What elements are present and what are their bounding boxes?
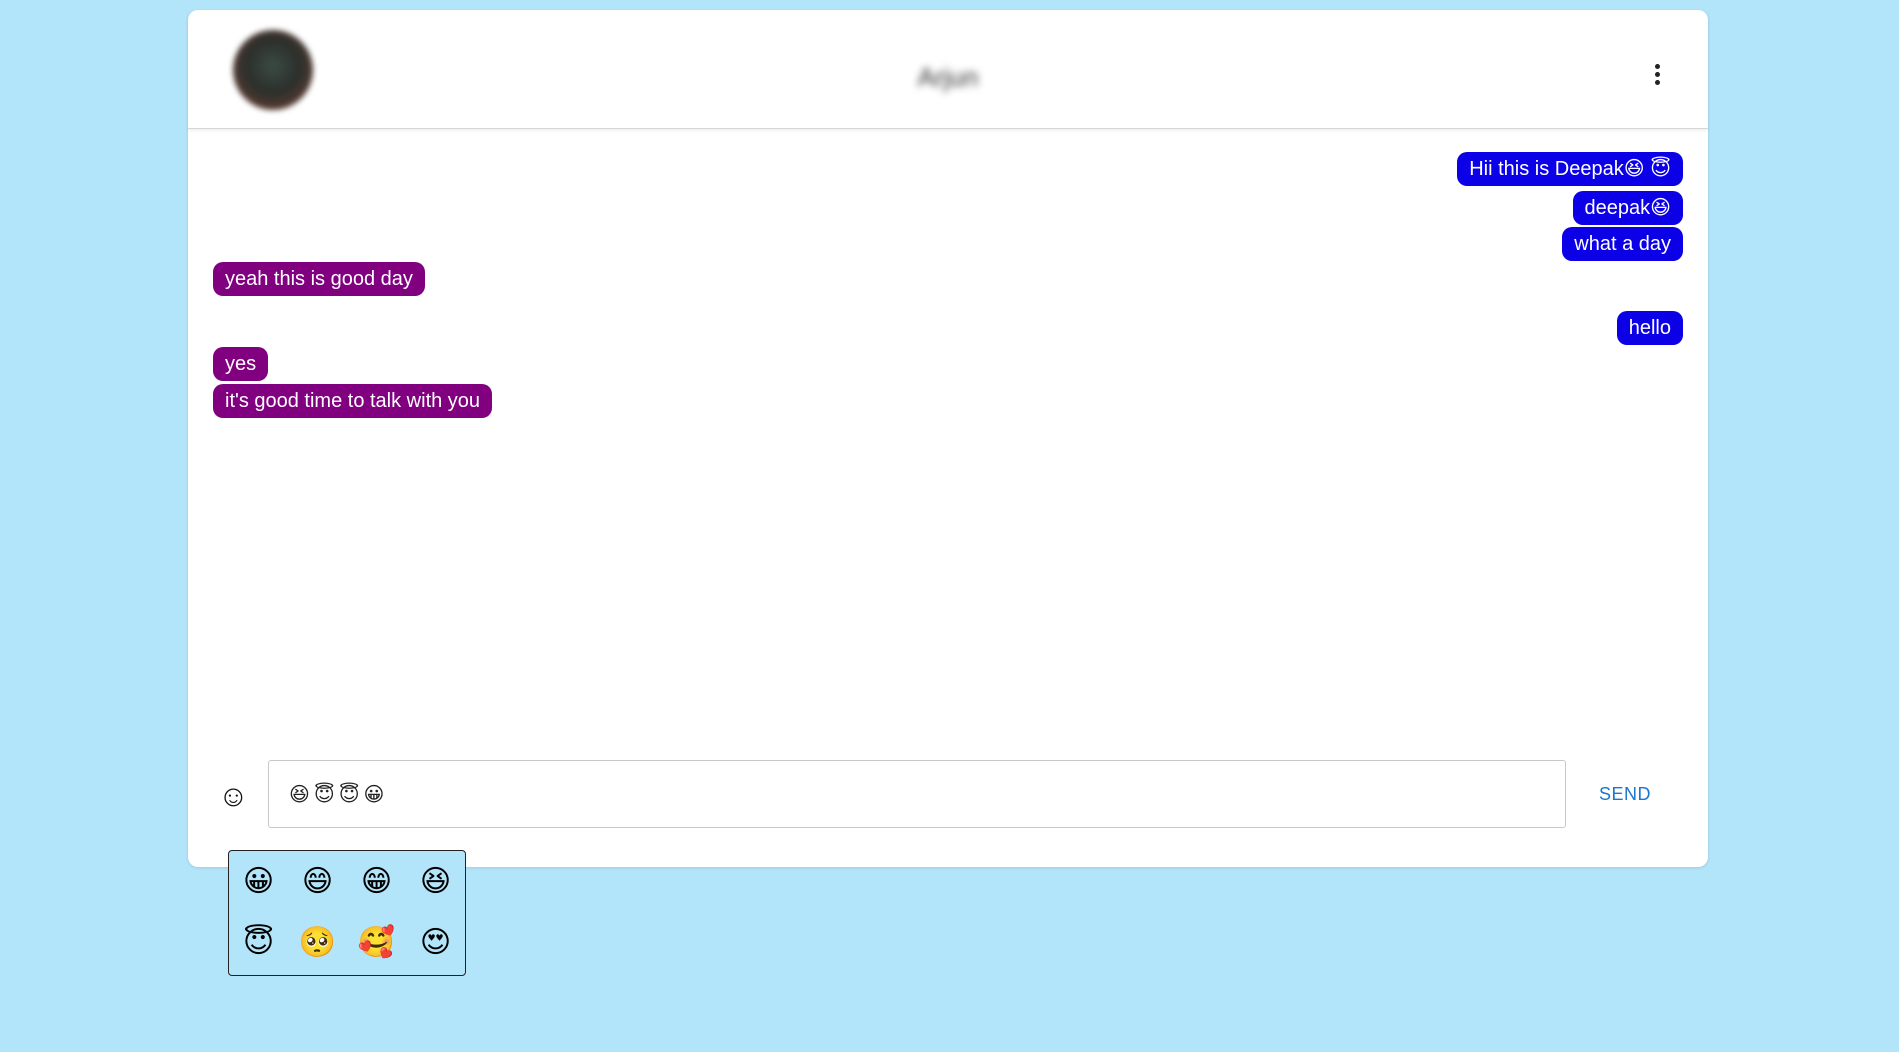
chat-window: Arjun Hii this is Deepak😆 😇 deepak😆 what… xyxy=(188,10,1708,867)
message-sent: what a day xyxy=(1562,227,1683,261)
emoji-hearts-face[interactable]: 🥰 xyxy=(347,914,406,975)
emoji-halo-face[interactable]: 😇 xyxy=(229,914,288,975)
emoji-beaming-face[interactable]: 😁 xyxy=(347,853,406,914)
chat-header: Arjun xyxy=(188,10,1708,129)
message-list: Hii this is Deepak😆 😇 deepak😆 what a day… xyxy=(188,129,1708,729)
emoji-heart-eyes-face[interactable]: 😍 xyxy=(406,914,465,975)
emoji-picker-toggle-icon[interactable]: ☺ xyxy=(218,782,249,812)
emoji-pleading-face[interactable]: 🥺 xyxy=(288,914,347,975)
message-input[interactable] xyxy=(268,760,1566,828)
contact-name: Arjun xyxy=(917,62,979,92)
message-received: yes xyxy=(213,347,269,381)
message-sent: deepak😆 xyxy=(1572,191,1683,225)
message-composer: ☺ SEND xyxy=(188,760,1708,830)
message-sent: hello xyxy=(1616,311,1683,345)
message-received: it's good time to talk with you xyxy=(213,384,493,418)
message-sent: Hii this is Deepak😆 😇 xyxy=(1457,152,1683,186)
more-vert-icon[interactable] xyxy=(1652,64,1662,92)
emoji-squinting-face[interactable]: 😆 xyxy=(406,853,465,914)
emoji-grinning-face[interactable]: 😀 xyxy=(229,853,288,914)
emoji-picker: 😀 😄 😁 😆 😇 🥺 🥰 😍 xyxy=(228,850,466,976)
message-received: yeah this is good day xyxy=(213,262,425,296)
send-button[interactable]: SEND xyxy=(1580,760,1670,828)
emoji-smiling-eyes-face[interactable]: 😄 xyxy=(288,853,347,914)
